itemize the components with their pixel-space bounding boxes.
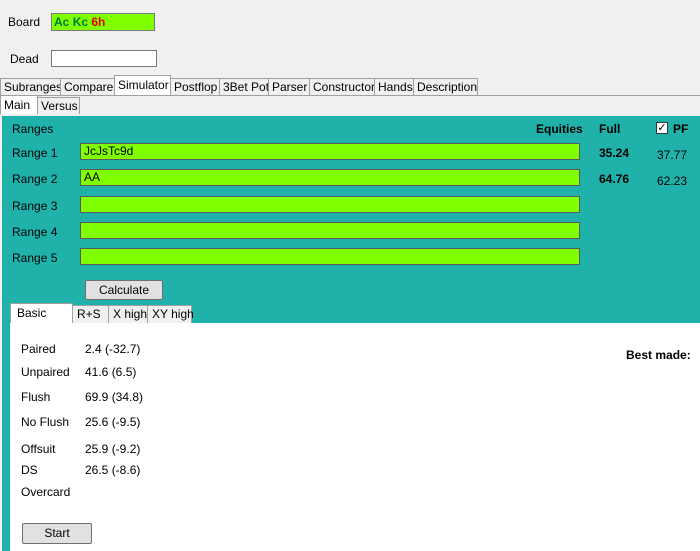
range-5-label: Range 5	[12, 251, 58, 265]
range-3-label: Range 3	[12, 199, 58, 213]
board-input[interactable]: Ac Kc 6h	[51, 13, 155, 31]
stat-flush-label: Flush	[21, 390, 51, 404]
sub-tab-strip: Main Versus	[0, 95, 80, 114]
tab-3bet-pot[interactable]: 3Bet Pot	[219, 78, 269, 95]
range-5-input[interactable]	[80, 248, 580, 265]
tab-postflop[interactable]: Postflop	[170, 78, 220, 95]
pf-header: PF	[673, 122, 689, 136]
stat-no-flush-label: No Flush	[21, 415, 70, 429]
results-panel	[10, 323, 700, 551]
board-card-3: 6h	[91, 15, 106, 29]
dead-label: Dead	[10, 52, 39, 66]
stat-paired-label: Paired	[21, 342, 56, 356]
tab-versus[interactable]: Versus	[37, 97, 80, 114]
range-4-input[interactable]	[80, 222, 580, 239]
tab-simulator[interactable]: Simulator	[114, 75, 171, 95]
stat-offsuit-value: 25.9 (-9.2)	[85, 442, 141, 456]
stat-unpaired-label: Unpaired	[21, 365, 70, 379]
tab-r-s[interactable]: R+S	[72, 305, 109, 323]
stat-no-flush-value: 25.6 (-9.5)	[85, 415, 141, 429]
stat-ds-value: 26.5 (-8.6)	[85, 463, 141, 477]
results-tab-strip: Basic R+S X high XY high	[10, 303, 194, 323]
range-2-label: Range 2	[12, 172, 58, 186]
main-tab-strip: Subranges Compare Simulator Postflop 3Be…	[0, 75, 478, 96]
stat-overcard-label: Overcard	[21, 485, 71, 499]
tab-x-high[interactable]: X high	[108, 305, 148, 323]
range-2-input[interactable]: AA	[80, 169, 580, 186]
stat-unpaired-value: 41.6 (6.5)	[85, 365, 137, 379]
range-1-label: Range 1	[12, 146, 58, 160]
pf-checkbox[interactable]: ✓	[656, 122, 668, 134]
ranges-header: Ranges	[12, 122, 54, 136]
tab-xy-high[interactable]: XY high	[147, 305, 194, 323]
best-made-label: Best made:	[626, 348, 691, 362]
range-1-input[interactable]: JcJsTc9d	[80, 143, 580, 160]
range-2-full-equity: 64.76	[599, 172, 630, 186]
start-button[interactable]: Start	[22, 523, 92, 544]
tab-compare[interactable]: Compare	[60, 78, 115, 95]
calculate-button[interactable]: Calculate	[85, 280, 163, 300]
tab-subranges[interactable]: Subranges	[0, 78, 62, 95]
range-1-pf-equity: 37.77	[657, 148, 688, 162]
tab-parser[interactable]: Parser	[268, 78, 310, 95]
tab-main[interactable]: Main	[0, 95, 38, 114]
range-1-full-equity: 35.24	[599, 146, 630, 160]
equities-header: Equities	[536, 122, 583, 136]
stat-ds-label: DS	[21, 463, 38, 477]
tab-constructor[interactable]: Constructor	[309, 78, 375, 95]
dead-input[interactable]	[51, 50, 157, 67]
stat-paired-value: 2.4 (-32.7)	[85, 342, 141, 356]
board-label: Board	[8, 15, 41, 29]
range-4-label: Range 4	[12, 225, 58, 239]
board-card-1: Ac	[54, 15, 70, 29]
tab-basic[interactable]: Basic	[10, 303, 73, 323]
stat-offsuit-label: Offsuit	[21, 442, 56, 456]
board-card-2: Kc	[72, 15, 89, 29]
tab-hands[interactable]: Hands	[374, 78, 414, 95]
stat-flush-value: 69.9 (34.8)	[85, 390, 144, 404]
range-3-input[interactable]	[80, 196, 580, 213]
range-2-pf-equity: 62.23	[657, 174, 688, 188]
full-header: Full	[599, 122, 621, 136]
tab-description[interactable]: Description	[413, 78, 478, 95]
